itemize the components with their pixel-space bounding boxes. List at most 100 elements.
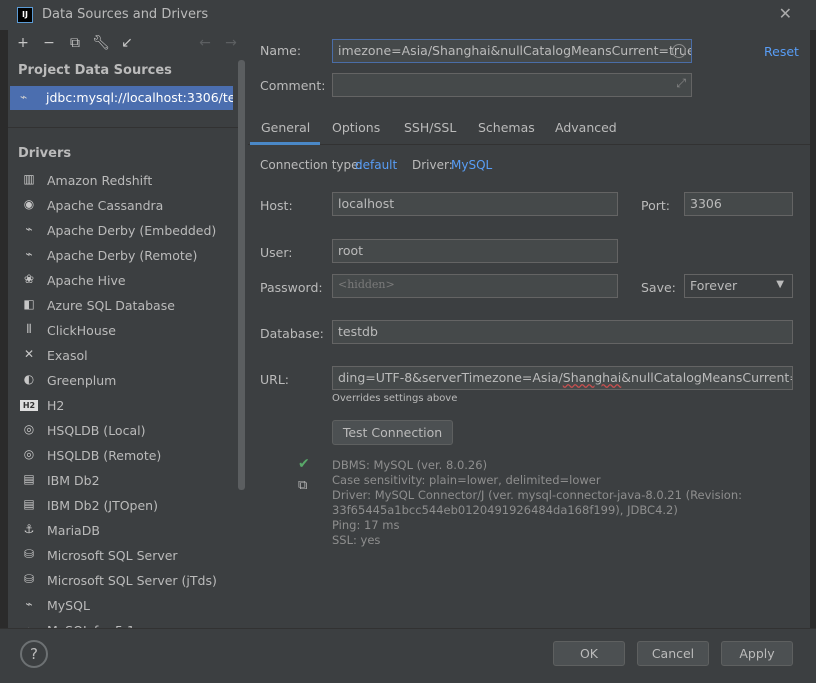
driver-item[interactable]: ⛁ Microsoft SQL Server: [18, 545, 238, 567]
comment-label: Comment:: [260, 78, 326, 93]
url-field[interactable]: ding=UTF-8&serverTimezone=Asia/Shanghai&…: [332, 366, 793, 390]
tab-bar: General Options SSH/SSL Schemas Advanced: [248, 113, 810, 145]
driver-icon: ◎: [23, 422, 35, 436]
driver-item[interactable]: ▤ IBM Db2 (JTOpen): [18, 495, 238, 517]
divider: [8, 127, 240, 128]
driver-item[interactable]: ⌁MySQL for 5.1: [18, 620, 238, 628]
driver-item[interactable]: ⌁ Apache Derby (Embedded): [18, 220, 238, 242]
port-field[interactable]: 3306: [684, 192, 793, 216]
check-icon: ✔: [298, 456, 310, 472]
apply-button[interactable]: Apply: [721, 641, 793, 666]
app-icon: IJ: [17, 7, 33, 23]
connection-type-label: Connection type:: [260, 158, 363, 172]
driver-icon: ◉: [23, 197, 35, 211]
driver-item[interactable]: ◎ HSQLDB (Local): [18, 420, 238, 442]
host-label: Host:: [260, 198, 293, 213]
driver-item[interactable]: ⦀ ClickHouse: [18, 320, 238, 342]
expand-icon[interactable]: ⤢: [676, 76, 686, 91]
driver-item[interactable]: ◉ Apache Cassandra: [18, 195, 238, 217]
plus-icon[interactable]: +: [14, 34, 32, 52]
driver-icon: ⛁: [23, 547, 35, 561]
driver-label: IBM Db2: [47, 473, 100, 488]
password-label: Password:: [260, 280, 323, 295]
driver-item[interactable]: ◧ Azure SQL Database: [18, 295, 238, 317]
result-line: 33f65445a1bcc544eb0120491926484da168f199…: [332, 503, 678, 517]
driver-item[interactable]: ▤ IBM Db2: [18, 470, 238, 492]
dialog-footer: ? OK Cancel Apply: [0, 628, 816, 683]
name-value: imezone=Asia/Shanghai&nullCatalogMeansCu…: [338, 43, 692, 58]
active-tab-indicator: [250, 142, 320, 145]
url-value-misspelled: Shanghai: [562, 370, 622, 385]
driver-label: IBM Db2 (JTOpen): [47, 498, 158, 513]
data-source-item[interactable]: ⌁ jdbc:mysql://localhost:3306/testdb: [10, 86, 233, 110]
tab-advanced[interactable]: Advanced: [555, 120, 617, 135]
tab-general[interactable]: General: [261, 120, 310, 135]
ok-button[interactable]: OK: [553, 641, 625, 666]
driver-label: Azure SQL Database: [47, 298, 175, 313]
driver-icon: ▤: [23, 472, 35, 486]
mysql-icon: ⌁: [20, 90, 28, 104]
url-hint: Overrides settings above: [332, 393, 458, 404]
driver-label: HSQLDB (Local): [47, 423, 146, 438]
window-title: Data Sources and Drivers: [42, 7, 209, 22]
name-label: Name:: [260, 43, 302, 58]
save-label: Save:: [641, 280, 676, 295]
database-label: Database:: [260, 326, 324, 341]
driver-label: Driver:: [412, 158, 453, 172]
comment-field[interactable]: ⤢: [332, 73, 692, 97]
driver-label: HSQLDB (Remote): [47, 448, 162, 463]
minus-icon[interactable]: −: [40, 34, 58, 52]
cancel-button[interactable]: Cancel: [637, 641, 709, 666]
driver-icon: ▤: [23, 497, 35, 511]
driver-item[interactable]: ◎ HSQLDB (Remote): [18, 445, 238, 467]
driver-item[interactable]: ⌁ MySQL: [18, 595, 238, 617]
driver-item[interactable]: ◐ Greenplum: [18, 370, 238, 392]
driver-icon: ◎: [23, 447, 35, 461]
import-icon[interactable]: ↙: [118, 34, 136, 52]
copy-result-icon[interactable]: ⧉: [298, 478, 307, 493]
drivers-header: Drivers: [18, 146, 72, 161]
close-icon[interactable]: ✕: [779, 4, 792, 23]
driver-item[interactable]: ▥ Amazon Redshift: [18, 170, 238, 192]
tab-ssh-ssl[interactable]: SSH/SSL: [404, 120, 456, 135]
sidebar-scrollbar[interactable]: [238, 60, 245, 490]
driver-icon: ⌁: [25, 597, 33, 611]
host-field[interactable]: localhost: [332, 192, 618, 216]
driver-label: Greenplum: [47, 373, 117, 388]
driver-item[interactable]: H2 H2: [18, 395, 238, 417]
driver-link[interactable]: MySQL: [451, 158, 492, 172]
connection-type-link[interactable]: default: [355, 158, 397, 172]
arrow-right-icon[interactable]: →: [222, 34, 240, 52]
copy-icon[interactable]: ⧉: [66, 34, 84, 52]
wrench-icon[interactable]: 🔧︎: [92, 34, 110, 52]
driver-label: Apache Derby (Remote): [47, 248, 198, 263]
driver-label: Microsoft SQL Server: [47, 548, 178, 563]
driver-item[interactable]: ⚓ MariaDB: [18, 520, 238, 542]
reset-link[interactable]: Reset: [764, 44, 799, 59]
result-line: Driver: MySQL Connector/J (ver. mysql-co…: [332, 488, 743, 502]
result-line: SSL: yes: [332, 533, 381, 547]
save-select[interactable]: Forever ▼: [684, 274, 793, 298]
driver-label: Microsoft SQL Server (jTds): [47, 573, 217, 588]
driver-item[interactable]: ⛁ Microsoft SQL Server (jTds): [18, 570, 238, 592]
password-field[interactable]: <hidden>: [332, 274, 618, 298]
result-line: DBMS: MySQL (ver. 8.0.26): [332, 458, 488, 472]
driver-label: Exasol: [47, 348, 88, 363]
arrow-left-icon[interactable]: ←: [196, 34, 214, 52]
test-connection-button[interactable]: Test Connection: [332, 420, 453, 445]
driver-item[interactable]: ❀ Apache Hive: [18, 270, 238, 292]
database-field[interactable]: testdb: [332, 320, 793, 344]
name-field[interactable]: imezone=Asia/Shanghai&nullCatalogMeansCu…: [332, 39, 692, 63]
driver-item[interactable]: ⌁ Apache Derby (Remote): [18, 245, 238, 267]
driver-label: ClickHouse: [47, 323, 116, 338]
result-line: Ping: 17 ms: [332, 518, 400, 532]
help-button[interactable]: ?: [20, 640, 48, 668]
user-label: User:: [260, 245, 293, 260]
driver-label: MySQL: [47, 598, 90, 613]
sidebar: + − ⧉ 🔧︎ ↙ ← → Project Data Sources ⌁ jd…: [8, 30, 248, 628]
tab-options[interactable]: Options: [332, 120, 380, 135]
user-field[interactable]: root: [332, 239, 618, 263]
tab-schemas[interactable]: Schemas: [478, 120, 535, 135]
driver-item[interactable]: ✕ Exasol: [18, 345, 238, 367]
driver-icon: ✕: [23, 347, 35, 361]
